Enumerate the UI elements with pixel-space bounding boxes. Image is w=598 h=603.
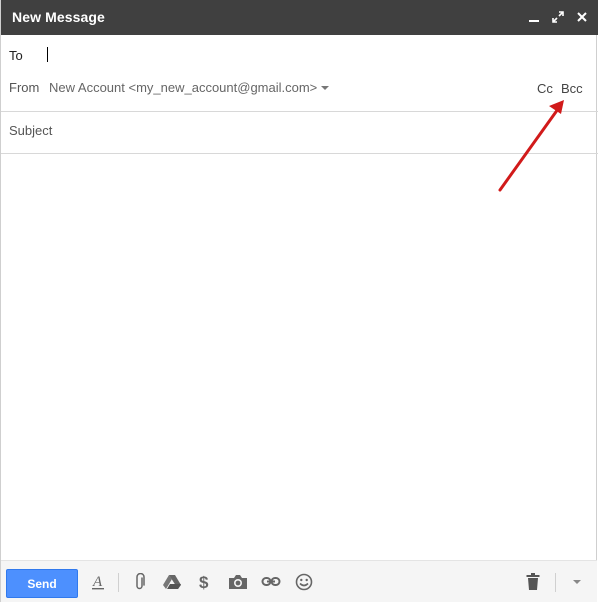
from-label: From [9,80,40,95]
to-row[interactable]: To [1,35,598,77]
minimize-icon[interactable] [526,8,542,26]
message-body[interactable] [1,154,597,560]
link-icon[interactable] [260,572,282,592]
title-bar: New Message [1,0,598,35]
compose-window: New Message To From New Account <my_new_… [0,0,598,602]
emoji-icon[interactable] [293,572,315,592]
expand-icon[interactable] [550,8,566,26]
money-icon[interactable]: $ [193,572,215,592]
photo-icon[interactable] [227,572,249,592]
close-icon[interactable] [574,8,590,26]
svg-text:A: A [92,574,103,590]
subject-row [1,112,598,154]
to-label: To [9,48,23,63]
window-title: New Message [12,9,105,25]
more-options-icon[interactable] [566,572,588,592]
compose-toolbar: Send A $ [1,560,597,602]
cc-link[interactable]: Cc [537,81,553,96]
trash-icon[interactable] [522,572,544,592]
chevron-down-icon[interactable] [321,86,329,90]
from-address-select[interactable]: New Account <my_new_account@gmail.com> [49,80,317,95]
toolbar-divider [555,573,556,592]
attach-icon[interactable] [129,572,151,592]
drive-icon[interactable] [161,572,183,592]
svg-text:$: $ [199,573,209,591]
send-button[interactable]: Send [6,569,78,598]
bcc-link[interactable]: Bcc [561,81,583,96]
to-input-caret[interactable] [47,47,48,62]
from-row: From New Account <my_new_account@gmail.c… [1,77,598,112]
subject-input[interactable] [9,123,569,138]
toolbar-divider [118,573,119,592]
formatting-icon[interactable]: A [87,572,109,592]
window-controls [526,8,590,26]
